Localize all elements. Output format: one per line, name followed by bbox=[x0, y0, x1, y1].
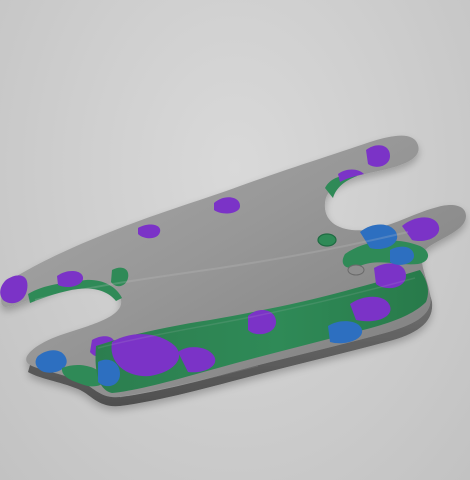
patch-purple-top-left bbox=[138, 224, 161, 239]
mounting-hole-left bbox=[317, 233, 337, 247]
mounting-hole-right bbox=[347, 264, 365, 276]
deviation-map-render bbox=[0, 135, 467, 407]
patch-purple-top-right bbox=[366, 145, 390, 167]
3d-viewport[interactable] bbox=[0, 0, 470, 480]
